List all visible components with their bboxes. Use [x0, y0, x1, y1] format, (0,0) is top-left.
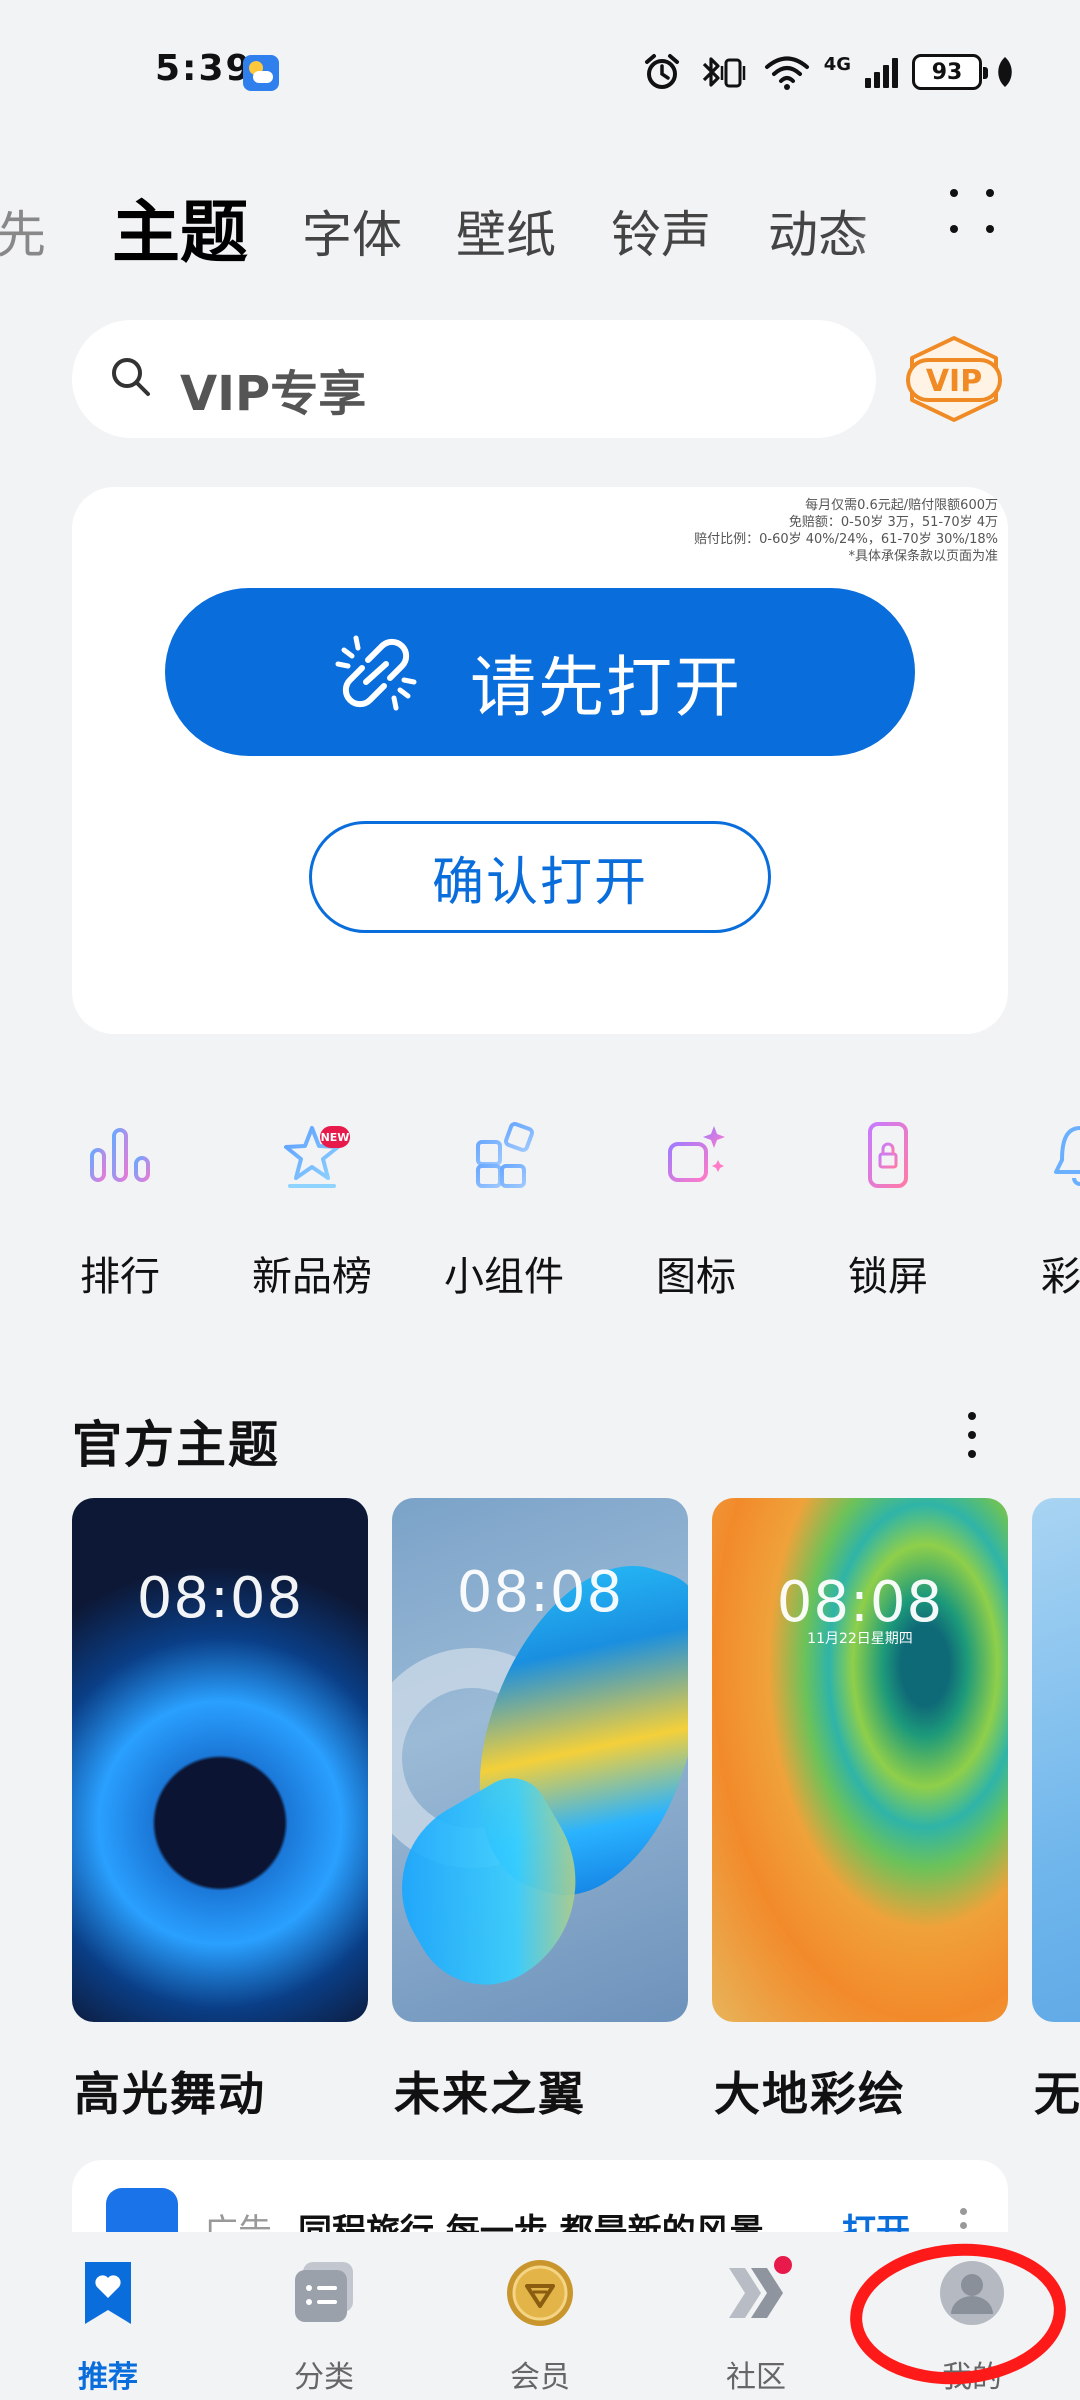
tab-theme[interactable]: 主题	[112, 177, 248, 275]
alarm-icon	[644, 54, 679, 89]
theme-clock: 08:08	[456, 1560, 624, 1625]
battery-icon: 93	[912, 54, 988, 90]
shortcut-label: 锁屏	[848, 1254, 928, 1300]
category-icon	[295, 2262, 353, 2322]
nav-label: 分类	[294, 2360, 354, 2395]
battery-level: 93	[931, 59, 963, 85]
vip-badge-icon[interactable]: VIP	[904, 334, 1004, 424]
theme-clock: 08:08	[776, 1570, 944, 1635]
nav-recommend[interactable]: 推荐	[38, 2258, 178, 2398]
status-bar: 5:39 4G 93	[0, 0, 1080, 150]
theme-clock: 08:08	[136, 1566, 304, 1631]
theme-name: 高光舞动	[74, 2067, 266, 2121]
status-time: 5:39	[155, 48, 253, 89]
nav-community[interactable]: 社区	[686, 2258, 826, 2398]
leaf-icon	[998, 57, 1012, 87]
theme-name: 无	[1034, 2067, 1080, 2121]
shortcut-label: 新品榜	[252, 1254, 372, 1300]
shortcut-label: 彩	[1041, 1254, 1080, 1300]
new-badge: NEW	[320, 1126, 350, 1148]
theme-thumbnail: 08:08	[392, 1498, 688, 2022]
signal-icon	[865, 56, 898, 88]
tab-font[interactable]: 字体	[302, 195, 402, 267]
nav-label: 会员	[510, 2360, 570, 2395]
tab-previous[interactable]: 先	[0, 195, 46, 267]
theme-name: 未来之翼	[394, 2067, 586, 2121]
ad-disclaimer-line: 赔付比例：0-60岁 40%/24%，61-70岁 30%/18%	[694, 532, 998, 547]
theme-thumbnail: 08:08	[72, 1498, 368, 2022]
ad-disclaimer-line: 免赔额：0-50岁 3万，51-70岁 4万	[788, 515, 998, 530]
lock-screen-icon	[868, 1122, 908, 1188]
theme-thumbnail: 08:08 11月22日星期四	[712, 1498, 1008, 2022]
icon-sparkle-icon	[668, 1126, 725, 1182]
wifi-icon	[764, 56, 809, 90]
more-tabs-icon[interactable]	[946, 185, 1000, 239]
category-tabs: 先 主题 字体 壁纸 铃声 动态	[0, 165, 1080, 275]
theme-name: 大地彩绘	[714, 2067, 906, 2121]
shortcut-label: 排行	[80, 1254, 160, 1300]
status-icons: 4G 93	[642, 50, 1014, 94]
nav-category[interactable]: 分类	[254, 2258, 394, 2398]
nav-member[interactable]: 会员	[470, 2258, 610, 2398]
tab-wallpaper[interactable]: 壁纸	[456, 195, 556, 267]
bluetooth-vibrate-icon	[702, 57, 745, 88]
community-notification-dot	[774, 2256, 792, 2274]
ad-disclaimer-line: 每月仅需0.6元起/赔付限额600万	[805, 498, 998, 513]
search-bar[interactable]: VIP专享	[72, 320, 876, 438]
confirm-open-button[interactable]: 确认打开	[309, 821, 771, 933]
vip-label: VIP	[926, 364, 982, 399]
section-title: 官方主题	[72, 1416, 280, 1474]
broken-link-icon	[335, 635, 417, 711]
tab-ringtone[interactable]: 铃声	[611, 195, 711, 267]
theme-thumbnail	[1032, 1498, 1080, 2022]
search-placeholder: VIP专享	[180, 366, 367, 422]
annotation-circle	[850, 2243, 1066, 2385]
weather-icon	[243, 55, 279, 91]
theme-date: 11月22日星期四	[807, 1631, 913, 1647]
bar-chart-icon	[90, 1128, 150, 1182]
ad-disclaimer-line: *具体承保条款以页面为准	[848, 549, 998, 564]
shortcut-row: 排行 新品榜 小组件 图标 锁屏 彩	[0, 1120, 1080, 1320]
bookmark-heart-icon	[85, 2262, 131, 2324]
nav-label: 社区	[726, 2360, 786, 2395]
shortcut-label: 小组件	[444, 1254, 564, 1300]
network-type: 4G	[823, 53, 851, 75]
member-coin-icon	[507, 2260, 573, 2326]
search-icon	[112, 358, 150, 396]
nav-label: 推荐	[78, 2360, 138, 2395]
open-first-button[interactable]: 请先打开	[165, 588, 915, 756]
open-prompt-card: 每月仅需0.6元起/赔付限额600万 免赔额：0-50岁 3万，51-70岁 4…	[72, 487, 1008, 1034]
official-theme-list: 08:08 高光舞动 08:08 未来之翼 08:08 11月22日星期四 大地…	[0, 1498, 1080, 2138]
tabs-fade	[850, 165, 930, 275]
section-more-icon[interactable]	[962, 1408, 982, 1462]
bell-icon	[1054, 1126, 1080, 1186]
widget-icon	[476, 1122, 534, 1188]
ad-disclaimer: 每月仅需0.6元起/赔付限额600万 免赔额：0-50岁 3万，51-70岁 4…	[668, 497, 998, 565]
open-first-label: 请先打开	[470, 649, 742, 726]
shortcut-label: 图标	[656, 1254, 736, 1300]
